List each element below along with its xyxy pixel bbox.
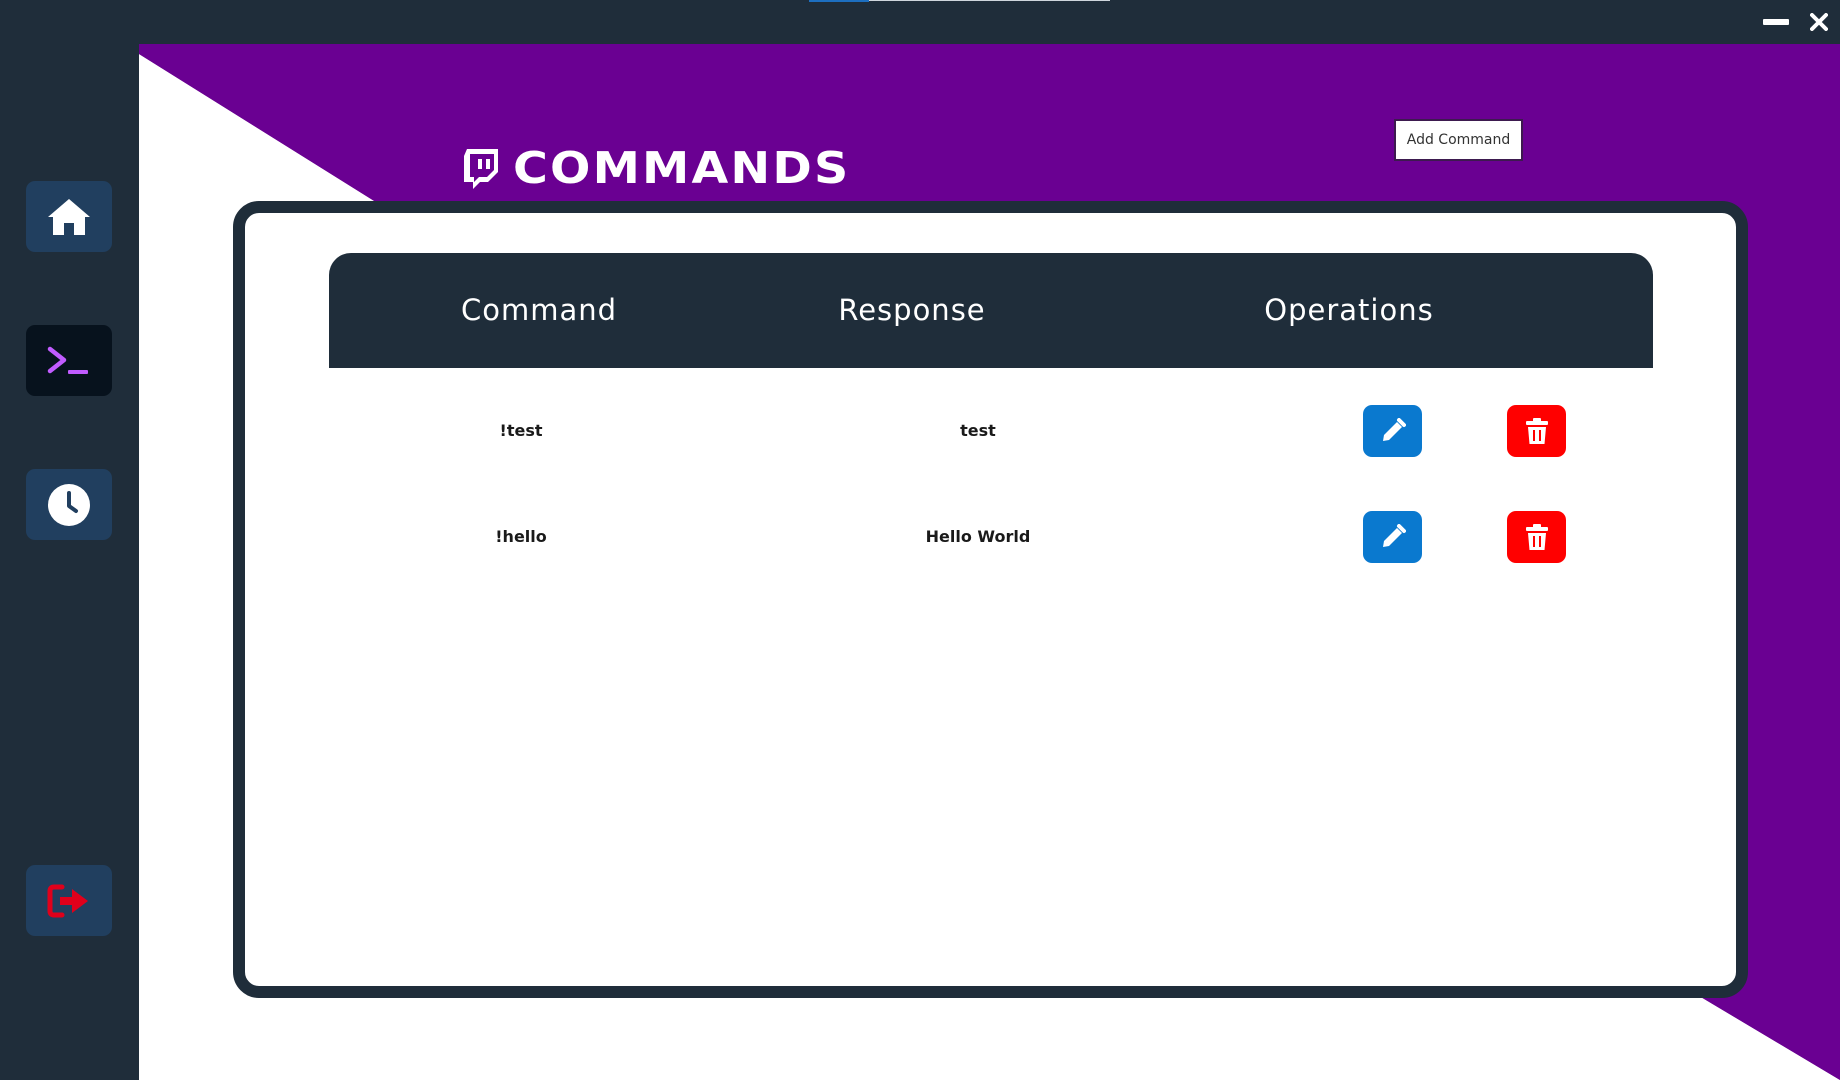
sidebar-item-commands[interactable]: [26, 325, 112, 396]
title-bar: [0, 0, 1840, 44]
sidebar-item-history[interactable]: [26, 469, 112, 540]
minimize-icon: [1763, 19, 1789, 25]
trash-icon: [1525, 418, 1548, 444]
table-header: Command Response Operations: [329, 253, 1653, 368]
page-heading: COMMANDS: [461, 144, 848, 194]
twitch-icon: [464, 149, 498, 189]
pencil-icon: [1382, 418, 1406, 441]
home-icon: [48, 198, 90, 235]
column-header-operations: Operations: [1264, 293, 1434, 327]
edit-button[interactable]: [1363, 405, 1422, 457]
close-button[interactable]: [1801, 6, 1837, 38]
response-cell: Hello World: [925, 527, 1031, 546]
delete-button[interactable]: [1507, 405, 1566, 457]
table-row: !hello Hello World: [329, 507, 1653, 567]
close-icon: [1810, 13, 1828, 31]
terminal-icon: [47, 346, 88, 374]
title-tab-line: [869, 0, 1110, 1]
pencil-icon: [1382, 524, 1406, 547]
sidebar: [0, 44, 139, 1080]
table-row: !test test: [329, 401, 1653, 461]
command-cell: !hello: [495, 527, 547, 546]
page-title: COMMANDS: [513, 143, 851, 194]
delete-button[interactable]: [1507, 511, 1566, 563]
clock-icon: [48, 483, 90, 526]
sidebar-item-home[interactable]: [26, 181, 112, 252]
logout-icon: [47, 884, 88, 917]
add-command-button[interactable]: Add Command: [1394, 119, 1523, 161]
response-cell: test: [960, 421, 996, 440]
edit-button[interactable]: [1363, 511, 1422, 563]
sidebar-item-logout[interactable]: [26, 865, 112, 936]
trash-icon: [1525, 524, 1548, 550]
command-cell: !test: [499, 421, 543, 440]
column-header-response: Response: [838, 293, 986, 327]
minimize-button[interactable]: [1758, 6, 1794, 38]
column-header-command: Command: [460, 293, 618, 327]
title-tab-indicator: [809, 0, 869, 2]
